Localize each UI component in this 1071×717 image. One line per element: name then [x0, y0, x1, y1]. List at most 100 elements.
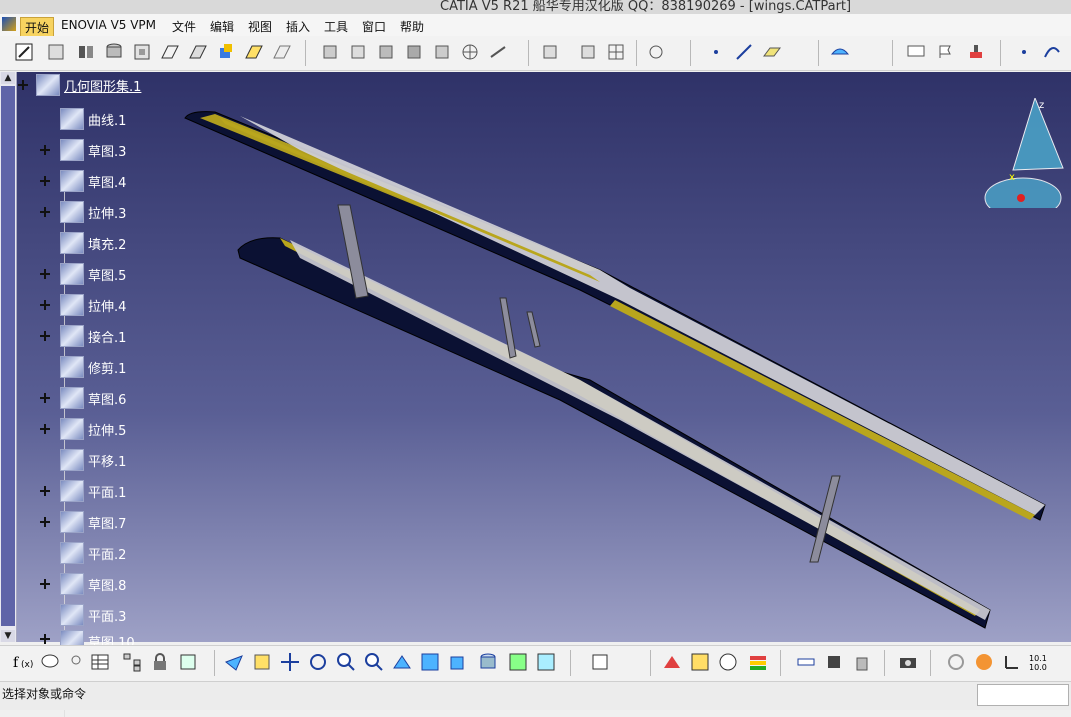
zoom-in-icon[interactable]: [336, 652, 356, 672]
tree-node[interactable]: 修剪.1: [60, 356, 126, 378]
clock-icon[interactable]: [718, 652, 738, 672]
iso-view-icon[interactable]: [448, 652, 468, 672]
menu-start[interactable]: 开始: [20, 17, 55, 38]
map-icon[interactable]: [690, 652, 710, 672]
tree-node[interactable]: 草图.8: [60, 573, 126, 595]
tree-expand-icon[interactable]: [40, 393, 50, 403]
decimal-icon[interactable]: 10.1 10.0: [1028, 652, 1048, 672]
hide-show-icon[interactable]: [508, 652, 528, 672]
tree-expand-icon[interactable]: [40, 517, 50, 527]
shape-icon[interactable]: [272, 42, 292, 62]
menu-help[interactable]: 帮助: [396, 17, 428, 36]
tree-scrollbar[interactable]: ▲ ▼: [0, 72, 17, 642]
pad-icon[interactable]: [76, 42, 96, 62]
tree-expand-icon[interactable]: [40, 331, 50, 341]
lock-icon[interactable]: [150, 652, 170, 672]
sketcher-icon[interactable]: [14, 42, 34, 62]
point-small-icon[interactable]: [1014, 42, 1034, 62]
solid-4-icon[interactable]: [404, 42, 424, 62]
camera-icon[interactable]: [898, 652, 918, 672]
scroll-down-arrow-icon[interactable]: ▼: [1, 630, 15, 642]
inertia-icon[interactable]: [824, 652, 844, 672]
surface-icon[interactable]: [830, 42, 850, 62]
tree-root-collapse-icon[interactable]: [18, 80, 28, 90]
plane-icon[interactable]: [762, 42, 782, 62]
tree-expand-icon[interactable]: [40, 486, 50, 496]
tree-node[interactable]: 拉伸.4: [60, 294, 126, 316]
plane-tool-icon[interactable]: [46, 42, 66, 62]
cylinder-icon[interactable]: [104, 42, 124, 62]
command-input[interactable]: [977, 684, 1069, 706]
tree-expand-icon[interactable]: [40, 634, 50, 644]
part-body-icon[interactable]: [216, 42, 236, 62]
tree-node[interactable]: 接合.1: [60, 325, 126, 347]
tree-node[interactable]: 草图.6: [60, 387, 126, 409]
comment-icon[interactable]: [40, 652, 60, 672]
tree-expand-icon[interactable]: [40, 579, 50, 589]
menu-insert[interactable]: 插入: [282, 17, 314, 36]
formula-icon[interactable]: f (x): [12, 652, 33, 672]
menu-view[interactable]: 视图: [244, 17, 276, 36]
analysis-icon[interactable]: [662, 652, 682, 672]
solid-3-icon[interactable]: [376, 42, 396, 62]
tree-node[interactable]: 平面.3: [60, 604, 126, 626]
tree-node[interactable]: 平面.2: [60, 542, 126, 564]
tool-a-icon[interactable]: [540, 42, 560, 62]
tree-expand-icon[interactable]: [40, 176, 50, 186]
tree-node[interactable]: 草图.7: [60, 511, 126, 533]
weight-icon[interactable]: [852, 652, 872, 672]
fit-all-icon[interactable]: [252, 652, 272, 672]
multi-view-icon[interactable]: [420, 652, 440, 672]
tree-node[interactable]: 曲线.1: [60, 108, 126, 130]
menu-window[interactable]: 窗口: [358, 17, 390, 36]
ruler-icon[interactable]: [796, 652, 816, 672]
menu-enovia[interactable]: ENOVIA V5 VPM: [57, 17, 160, 33]
tree-root[interactable]: 几何图形集.1: [36, 74, 141, 96]
axis-icon[interactable]: [1002, 652, 1022, 672]
point-icon[interactable]: [706, 42, 726, 62]
tree-node[interactable]: 平面.1: [60, 480, 126, 502]
grid-icon[interactable]: [460, 42, 480, 62]
zoom-out-icon[interactable]: [364, 652, 384, 672]
solid-2-icon[interactable]: [348, 42, 368, 62]
tree-node[interactable]: 草图.3: [60, 139, 126, 161]
tree-structure-icon[interactable]: [122, 652, 142, 672]
solid-1-icon[interactable]: [320, 42, 340, 62]
shading-icon[interactable]: [478, 652, 498, 672]
update-icon[interactable]: [590, 652, 610, 672]
catia-logo-icon[interactable]: [2, 17, 16, 31]
tree-node[interactable]: 草图.5: [60, 263, 126, 285]
normal-view-icon[interactable]: [392, 652, 412, 672]
sweep-icon[interactable]: [160, 42, 180, 62]
tool-d-icon[interactable]: [646, 42, 666, 62]
text-annotation-icon[interactable]: [906, 42, 926, 62]
rotate-icon[interactable]: [308, 652, 328, 672]
tree-node[interactable]: 草图.4: [60, 170, 126, 192]
refresh-icon[interactable]: [946, 652, 966, 672]
tree-expand-icon[interactable]: [40, 300, 50, 310]
table-icon[interactable]: [90, 652, 110, 672]
scroll-up-arrow-icon[interactable]: ▲: [1, 72, 15, 84]
tree-expand-icon[interactable]: [40, 207, 50, 217]
menu-tools[interactable]: 工具: [320, 17, 352, 36]
scroll-thumb[interactable]: [1, 86, 15, 626]
menu-file[interactable]: 文件: [168, 17, 200, 36]
tree-node[interactable]: 填充.2: [60, 232, 126, 254]
line-icon[interactable]: [734, 42, 754, 62]
tree-expand-icon[interactable]: [40, 269, 50, 279]
tree-node[interactable]: 平移.1: [60, 449, 126, 471]
swap-space-icon[interactable]: [536, 652, 556, 672]
stamp-icon[interactable]: [966, 42, 986, 62]
tree-expand-icon[interactable]: [40, 145, 50, 155]
compass-icon[interactable]: z x: [983, 98, 1071, 208]
tool-c-icon[interactable]: [606, 42, 626, 62]
tree-node[interactable]: 拉伸.5: [60, 418, 126, 440]
tool-b-icon[interactable]: [578, 42, 598, 62]
light-icon[interactable]: [66, 652, 86, 672]
layers-icon[interactable]: [748, 652, 768, 672]
box-icon[interactable]: [132, 42, 152, 62]
hand-icon[interactable]: [974, 652, 994, 672]
pan-icon[interactable]: [280, 652, 300, 672]
shape-edit-icon[interactable]: [244, 42, 264, 62]
multi-section-icon[interactable]: [188, 42, 208, 62]
